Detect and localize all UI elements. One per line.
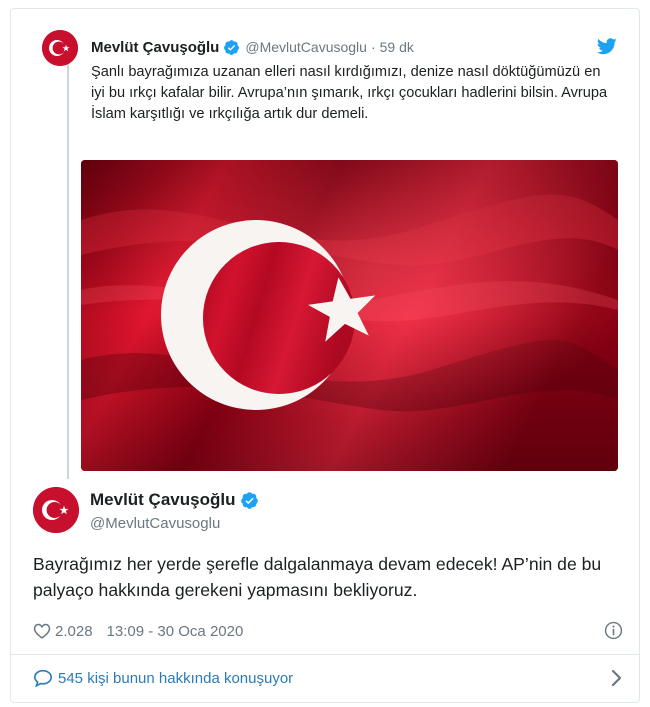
info-icon[interactable]: [604, 621, 623, 640]
conversation-link[interactable]: 545 kişi bunun hakkında konuşuyor: [33, 665, 623, 691]
quoted-author-name[interactable]: Mevlüt Çavuşoğlu: [91, 39, 219, 56]
tweet-timestamp[interactable]: 13:09 - 30 Oca 2020: [107, 623, 244, 640]
verified-icon: [240, 491, 259, 510]
quoted-avatar[interactable]: [42, 30, 78, 66]
quoted-timestamp[interactable]: 59 dk: [380, 39, 414, 55]
quoted-tweet-text: Şanlı bayrağımıza uzanan elleri nasıl kı…: [91, 64, 608, 122]
tweet-meta: 2.028 13:09 - 30 Oca 2020: [33, 620, 623, 642]
tweet-card: Mevlüt Çavuşoğlu @MevlutCavusoglu · 59 d…: [10, 8, 640, 703]
author-name[interactable]: Mevlüt Çavuşoğlu: [90, 490, 235, 510]
conversation-text[interactable]: 545 kişi bunun hakkında konuşuyor: [58, 670, 293, 687]
tweet-text: Bayrağımız her yerde şerefle dalgalanmay…: [33, 554, 602, 600]
author-handle[interactable]: @MevlutCavusoglu: [90, 515, 220, 532]
turkish-flag-image[interactable]: [81, 160, 618, 471]
heart-icon[interactable]: [33, 622, 51, 640]
author-avatar[interactable]: [33, 487, 79, 533]
author-name-row: Mevlüt Çavuşoğlu: [90, 490, 259, 510]
like-count[interactable]: 2.028: [55, 623, 93, 640]
quoted-author-handle[interactable]: @MevlutCavusoglu: [245, 39, 367, 55]
verified-icon: [223, 39, 240, 56]
chevron-right-icon[interactable]: [611, 669, 623, 687]
twitter-bird-icon[interactable]: [597, 38, 617, 55]
divider: [11, 654, 639, 655]
speech-bubble-icon: [33, 669, 53, 688]
separator-dot: ·: [370, 39, 376, 55]
thread-line: [67, 61, 69, 479]
quoted-header: Mevlüt Çavuşoğlu @MevlutCavusoglu · 59 d…: [91, 37, 414, 57]
